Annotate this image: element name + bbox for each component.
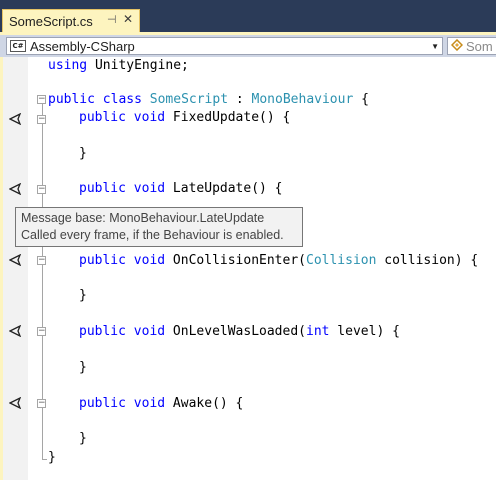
tab-title: SomeScript.cs [9,14,93,29]
fold-icon[interactable]: − [37,327,46,336]
fold-icon[interactable]: − [37,256,46,265]
class-dropdown[interactable]: Som [447,37,496,55]
code-text: FixedUpdate() { [165,110,291,125]
code-text: collision) { [376,253,479,268]
code-line-using: using UnityEngine; [48,57,189,75]
fold-guide-fixed [42,124,43,168]
keyword: int [306,324,330,339]
code-line-close-brace: } [79,431,87,446]
document-tabstrip: SomeScript.cs ⊣ ✕ [0,0,496,35]
code-text: OnCollisionEnter( [165,253,306,268]
code-text: level) { [329,324,400,339]
keyword: void [133,324,166,339]
code-text: Awake() { [165,396,244,411]
code-text: { [353,92,369,107]
code-line-lateupdate: public void LateUpdate() { [79,180,283,198]
type-name: SomeScript [149,92,229,107]
keyword: class [102,92,142,107]
keyword: void [133,181,166,196]
project-dropdown[interactable]: C# Assembly-CSharp ▼ [6,37,443,55]
fold-icon[interactable]: − [37,95,46,104]
pin-icon[interactable]: ⊣ [107,13,117,26]
code-line-close-brace: } [79,288,87,303]
keyword: void [133,110,166,125]
unity-message-icon[interactable] [9,325,21,337]
code-line-class: public class SomeScript : MonoBehaviour … [48,91,369,109]
keyword: public [79,110,126,125]
code-text: UnityEngine; [87,58,189,73]
unity-message-icon[interactable] [9,397,21,409]
keyword: public [79,181,126,196]
type-name: MonoBehaviour [251,92,354,107]
close-icon[interactable]: ✕ [123,12,133,26]
dropdown-arrow-icon: ▼ [431,42,439,51]
fold-guide-level [42,338,43,382]
keyword: public [48,92,95,107]
code-text: LateUpdate() { [165,181,283,196]
unity-message-icon[interactable] [9,113,21,125]
type-name: Collision [306,253,377,268]
csharp-file-icon: C# [10,40,26,52]
quickinfo-tooltip: Message base: MonoBehaviour.LateUpdate C… [15,207,303,247]
unity-message-icon[interactable] [9,183,21,195]
tab-somescript[interactable]: SomeScript.cs ⊣ ✕ [2,9,140,33]
tooltip-title: Message base: MonoBehaviour.LateUpdate [21,211,265,225]
code-line-class-close: } [48,450,56,465]
code-line-fixedupdate: public void FixedUpdate() { [79,109,290,127]
unity-message-icon[interactable] [9,254,21,266]
keyword: void [133,253,166,268]
tooltip-description: Called every frame, if the Behaviour is … [21,228,284,242]
keyword: void [133,396,166,411]
fold-guide-end [42,459,47,460]
project-dropdown-label: Assembly-CSharp [30,38,135,54]
fold-guide-collision [42,267,43,311]
change-indicator [0,57,3,480]
code-text: OnLevelWasLoaded( [165,324,306,339]
fold-icon[interactable]: − [37,399,46,408]
keyword: public [79,324,126,339]
code-line-close-brace: } [79,146,87,161]
code-line-onlevelwasloaded: public void OnLevelWasLoaded(int level) … [79,323,400,341]
code-text: : [228,92,252,107]
fold-icon[interactable]: − [37,115,46,124]
class-dropdown-label: Som [466,38,493,54]
code-line-close-brace: } [79,360,87,375]
keyword: public [79,396,126,411]
navigation-bar: C# Assembly-CSharp ▼ Som [0,35,496,57]
fold-guide-awake [42,409,43,453]
fold-icon[interactable]: − [37,185,46,194]
keyword: public [79,253,126,268]
code-line-oncollisionenter: public void OnCollisionEnter(Collision c… [79,252,478,270]
keyword: using [48,58,88,73]
class-icon [450,38,464,54]
code-editor[interactable]: using UnityEngine; − public class SomeSc… [0,57,496,480]
code-line-awake: public void Awake() { [79,395,243,413]
